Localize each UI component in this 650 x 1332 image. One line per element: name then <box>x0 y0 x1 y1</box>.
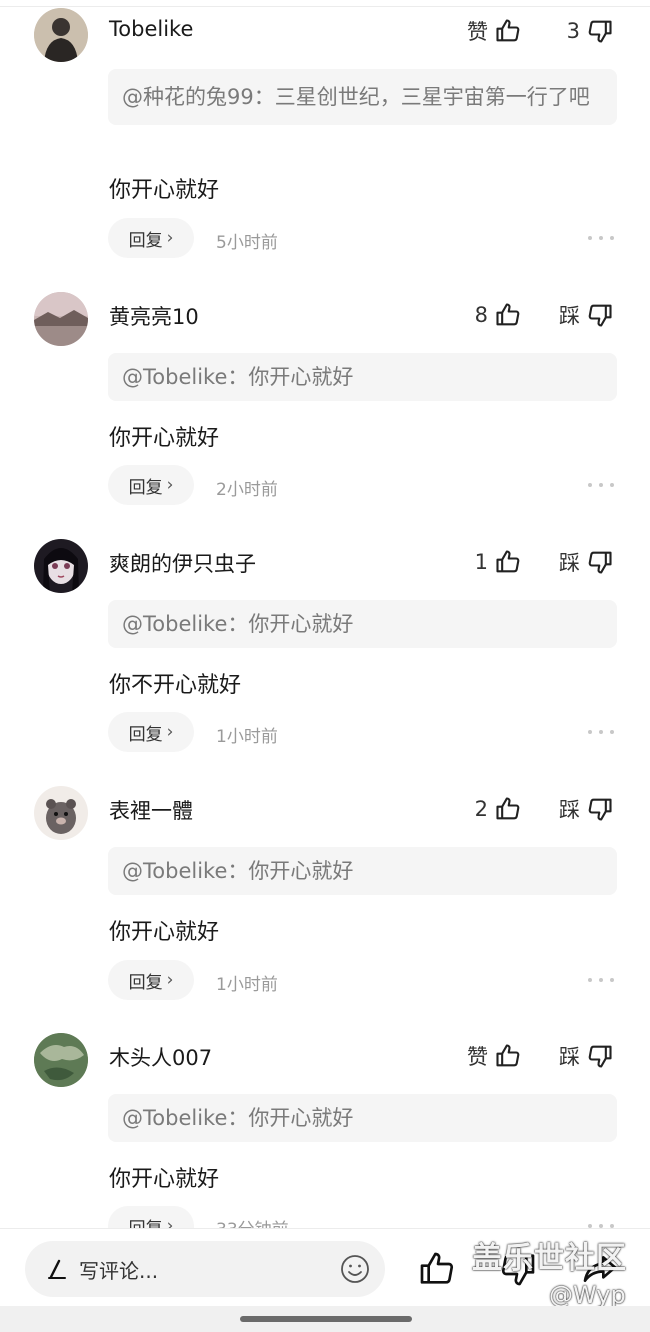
like-label: 赞 <box>467 1045 488 1069</box>
reply-button[interactable]: 回复 › <box>108 218 194 258</box>
avatar[interactable] <box>34 292 88 346</box>
chevron-right-icon: › <box>166 475 174 495</box>
home-indicator[interactable] <box>240 1316 412 1322</box>
comment-item: Tobelike 赞 3 @种花的兔99：三星创世纪，三星宇宙第一行了吧 你开心… <box>0 0 650 280</box>
comment-text: 你不开心就好 <box>109 673 242 698</box>
avatar[interactable] <box>34 8 88 62</box>
dislike-button[interactable]: 踩 <box>559 545 614 579</box>
reply-label: 回复 <box>128 972 163 993</box>
comment-time: 33分钟前 <box>216 1215 289 1228</box>
bottom-action-bar: 写评论... 盖乐世社区 @Wyp <box>0 1228 650 1332</box>
thumb-down-icon <box>588 798 612 821</box>
comment-item: 黄亮亮10 8 踩 @Tobelike：你开心就好 你开心就好 回复 › 2小时… <box>0 284 650 531</box>
thumb-up-icon <box>496 1044 520 1067</box>
quoted-reply: @Tobelike：你开心就好 <box>108 847 617 895</box>
dislike-button[interactable]: 踩 <box>559 792 614 826</box>
like-button[interactable]: 赞 <box>467 1039 522 1073</box>
reply-label: 回复 <box>129 1214 163 1229</box>
like-count: 赞 <box>467 20 488 44</box>
watermark-brand: 盖乐世社区 <box>472 1241 627 1276</box>
like-button[interactable]: 1 <box>475 545 522 579</box>
comment-text: 你开心就好 <box>109 178 220 203</box>
thumb-up-icon <box>496 303 520 326</box>
reply-label: 回复 <box>128 230 163 251</box>
pen-icon <box>48 1259 66 1279</box>
thumb-up-icon <box>496 19 520 42</box>
comment-time: 2小时前 <box>216 480 278 500</box>
chevron-right-icon: › <box>166 1216 174 1228</box>
comment-list: Tobelike 赞 3 @种花的兔99：三星创世纪，三星宇宙第一行了吧 你开心… <box>0 0 650 1228</box>
watermark-user: @Wyp <box>549 1281 626 1309</box>
like-button[interactable]: 赞 <box>467 14 522 48</box>
quoted-reply: @种花的兔99：三星创世纪，三星宇宙第一行了吧 <box>108 69 617 125</box>
quoted-reply: @Tobelike：你开心就好 <box>108 1094 617 1142</box>
comment-text: 你开心就好 <box>109 426 220 451</box>
comment-input[interactable]: 写评论... <box>25 1241 385 1297</box>
dislike-label: 踩 <box>559 1045 580 1069</box>
quoted-reply: @Tobelike：你开心就好 <box>108 600 617 648</box>
more-options-icon[interactable] <box>588 975 614 985</box>
thumb-down-icon <box>588 304 612 327</box>
username[interactable]: 木头人007 <box>109 1042 212 1072</box>
reply-button[interactable]: 回复 › <box>108 1206 194 1228</box>
comment-item: 木头人007 赞 踩 @Tobelike：你开心就好 你开心就好 回复 › 33… <box>0 1025 650 1228</box>
username[interactable]: Tobelike <box>109 17 193 41</box>
dislike-label: 踩 <box>559 551 580 575</box>
dislike-button[interactable]: 3 <box>567 14 614 48</box>
dislike-count: 3 <box>566 19 580 43</box>
avatar[interactable] <box>34 539 88 593</box>
like-count: 1 <box>474 550 488 574</box>
like-button[interactable]: 8 <box>475 298 522 332</box>
reply-label: 回复 <box>128 477 163 498</box>
thumb-up-icon <box>496 550 520 573</box>
reply-button[interactable]: 回复 › <box>108 465 194 505</box>
like-count: 2 <box>474 797 488 821</box>
comment-time: 5小时前 <box>216 233 278 253</box>
more-options-icon[interactable] <box>588 480 614 490</box>
comment-item: 爽朗的伊只虫子 1 踩 @Tobelike：你开心就好 你不开心就好 回复 › … <box>0 531 650 778</box>
dislike-label: 踩 <box>559 798 580 822</box>
chevron-right-icon: › <box>166 970 174 990</box>
username[interactable]: 表裡一體 <box>109 795 193 825</box>
comment-text: 你开心就好 <box>109 1167 220 1192</box>
thumb-up-icon[interactable] <box>417 1249 457 1289</box>
comment-time: 1小时前 <box>216 975 278 995</box>
input-placeholder: 写评论... <box>79 1258 159 1283</box>
comment-time: 1小时前 <box>216 727 278 747</box>
reply-button[interactable]: 回复 › <box>108 712 194 752</box>
dislike-button[interactable]: 踩 <box>559 1039 614 1073</box>
more-options-icon[interactable] <box>588 727 614 737</box>
emoji-icon[interactable] <box>339 1253 371 1285</box>
username[interactable]: 爽朗的伊只虫子 <box>109 548 256 578</box>
reply-label: 回复 <box>128 724 163 745</box>
avatar[interactable] <box>34 1033 88 1087</box>
thumb-down-icon <box>588 20 612 43</box>
avatar[interactable] <box>34 786 88 840</box>
thumb-down-icon <box>588 551 612 574</box>
dislike-label: 踩 <box>559 304 580 328</box>
like-count: 8 <box>474 303 488 327</box>
chevron-right-icon: › <box>166 722 174 742</box>
reply-button[interactable]: 回复 › <box>108 960 194 1000</box>
username[interactable]: 黄亮亮10 <box>109 301 199 331</box>
more-options-icon[interactable] <box>588 233 614 243</box>
chevron-right-icon: › <box>166 228 174 248</box>
comment-text: 你开心就好 <box>109 920 220 945</box>
thumb-down-icon <box>588 1045 612 1068</box>
thumb-up-icon <box>496 797 520 820</box>
comment-item: 表裡一體 2 踩 @Tobelike：你开心就好 你开心就好 回复 › 1小时前 <box>0 778 650 1025</box>
like-button[interactable]: 2 <box>475 792 522 826</box>
dislike-button[interactable]: 踩 <box>559 298 614 332</box>
more-options-icon[interactable] <box>588 1221 614 1228</box>
quoted-reply: @Tobelike：你开心就好 <box>108 353 617 401</box>
